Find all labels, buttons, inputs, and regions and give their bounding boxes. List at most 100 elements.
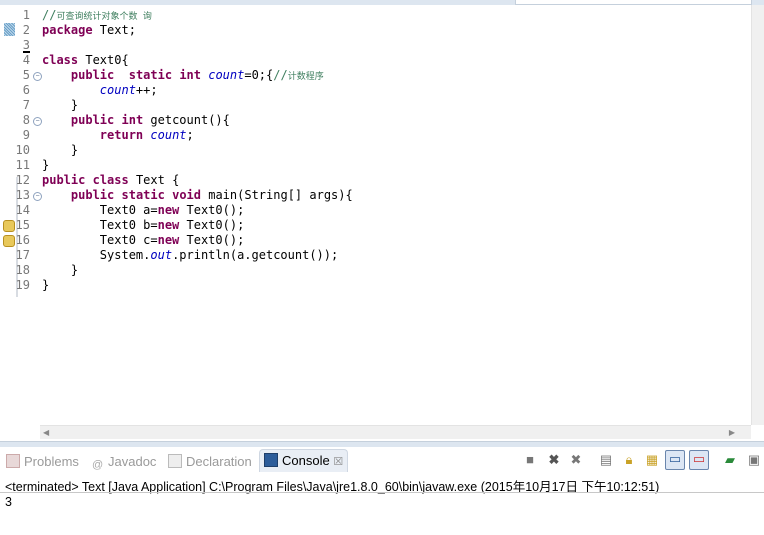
close-tab-icon[interactable]: ☒ [333, 456, 343, 468]
code-token: new [157, 233, 180, 247]
code-token: } [42, 158, 50, 172]
code-line[interactable]: public class Text { [42, 173, 179, 188]
code-line[interactable]: } [42, 98, 78, 113]
line-number: 9 [22, 128, 30, 142]
scroll-lock-icon[interactable]: 🔒︎ [621, 452, 637, 468]
warning-icon[interactable] [3, 235, 15, 247]
clear-console-icon[interactable]: ▤ [598, 452, 614, 468]
line-number: 3 [22, 38, 30, 53]
overview-ruler [0, 5, 16, 441]
code-token: class [42, 53, 79, 67]
line-number: 15 [15, 218, 30, 232]
fold-collapse-icon[interactable]: − [33, 72, 42, 81]
line-number: 11 [15, 158, 30, 172]
code-line[interactable]: class Text0{ [42, 53, 129, 68]
code-line[interactable]: public int getcount(){ [42, 113, 230, 128]
bottom-panel: Problems @ Javadoc Declaration Console ☒ … [0, 447, 764, 535]
code-token: .println(a.getcount()); [172, 248, 339, 262]
code-token: Text0 a= [42, 203, 158, 217]
code-line[interactable]: Text0 c=new Text0(); [42, 233, 245, 248]
bookmark-icon[interactable] [4, 23, 15, 36]
line-number: 13 [15, 188, 30, 202]
remove-all-terminated-icon[interactable]: ✖ [568, 452, 584, 468]
code-token: ; [186, 128, 194, 142]
code-editor[interactable]: 1 2 3 4 5−6 7 8−9 10 11 12 13−14 15 16 17 18 19 //可查询统计… [0, 5, 764, 441]
code-line[interactable]: System.out.println(a.getcount()); [42, 248, 338, 263]
fold-collapse-icon[interactable]: − [33, 117, 42, 126]
problems-icon [6, 454, 20, 468]
scroll-right-icon[interactable]: ▶ [729, 428, 735, 437]
code-line[interactable]: //可查询统计对象个数 询 [42, 8, 152, 23]
line-number: 17 [15, 248, 30, 262]
code-line[interactable]: } [42, 263, 78, 278]
vertical-scrollbar[interactable] [751, 5, 764, 425]
code-token: class [92, 173, 129, 187]
code-token: // [42, 8, 57, 22]
code-token: public [70, 68, 115, 82]
code-token: 计数程序 [287, 72, 324, 82]
code-line[interactable]: public static void main(String[] args){ [42, 188, 353, 203]
code-line[interactable]: Text0 b=new Text0(); [42, 218, 245, 233]
code-token: } [42, 278, 50, 292]
code-line[interactable]: return count; [42, 128, 194, 143]
line-number: 18 [15, 263, 30, 277]
code-token: } [42, 143, 79, 157]
console-divider [0, 492, 764, 493]
line-number: 10 [15, 143, 30, 157]
tab-javadoc[interactable]: @ Javadoc [92, 453, 156, 471]
code-token: Text0(); [179, 233, 245, 247]
line-number: 2 [22, 23, 30, 37]
code-token: public [70, 113, 115, 127]
tab-problems[interactable]: Problems [6, 453, 79, 471]
fold-collapse-icon[interactable]: − [33, 192, 42, 201]
line-number: 19 [15, 278, 30, 292]
tab-console[interactable]: Console ☒ [259, 449, 349, 472]
code-token: } [42, 98, 79, 112]
code-token: Text0 b= [42, 218, 158, 232]
warning-icon[interactable] [3, 220, 15, 232]
code-token: =0;{ [244, 68, 274, 82]
declaration-icon [168, 454, 182, 468]
line-number: 16 [15, 233, 30, 247]
code-line[interactable]: } [42, 158, 49, 173]
at-icon: @ [92, 459, 104, 471]
code-line[interactable]: count++; [42, 83, 158, 98]
word-wrap-icon[interactable]: ▦ [644, 452, 660, 468]
code-line[interactable]: } [42, 278, 49, 293]
code-token: count [99, 83, 136, 97]
scroll-left-icon[interactable]: ◀ [43, 428, 49, 437]
code-token: return [99, 128, 144, 142]
horizontal-scrollbar[interactable]: ◀ ▶ [40, 425, 751, 439]
code-token: count [208, 68, 245, 82]
code-token: package [42, 23, 93, 37]
tab-declaration[interactable]: Declaration [168, 453, 252, 471]
show-on-stderr-icon[interactable]: ▭ [689, 450, 709, 470]
pin-console-icon[interactable]: ▰ [722, 452, 738, 468]
code-token: count [150, 128, 187, 142]
code-token: int [179, 68, 201, 82]
line-number: 14 [15, 203, 30, 217]
code-token: Text0 c= [42, 233, 158, 247]
console-output[interactable]: 3 [5, 495, 12, 509]
terminate-icon[interactable]: ■ [522, 452, 538, 468]
code-line[interactable]: public static int count=0;{//计数程序 [42, 68, 324, 83]
code-line[interactable]: Text0 a=new Text0(); [42, 203, 245, 218]
code-token: Text { [128, 173, 180, 187]
code-token: Text0(); [179, 218, 245, 232]
code-token: 可查询统计对象个数 询 [56, 12, 152, 22]
code-line[interactable]: package Text; [42, 23, 136, 38]
show-on-stdout-icon[interactable]: ▭ [665, 450, 685, 470]
code-token: System. [42, 248, 151, 262]
remove-launch-icon[interactable]: ✖ [546, 452, 562, 468]
code-token: Text; [92, 23, 136, 37]
code-line[interactable]: } [42, 143, 78, 158]
display-console-icon[interactable]: ▣ [746, 452, 762, 468]
